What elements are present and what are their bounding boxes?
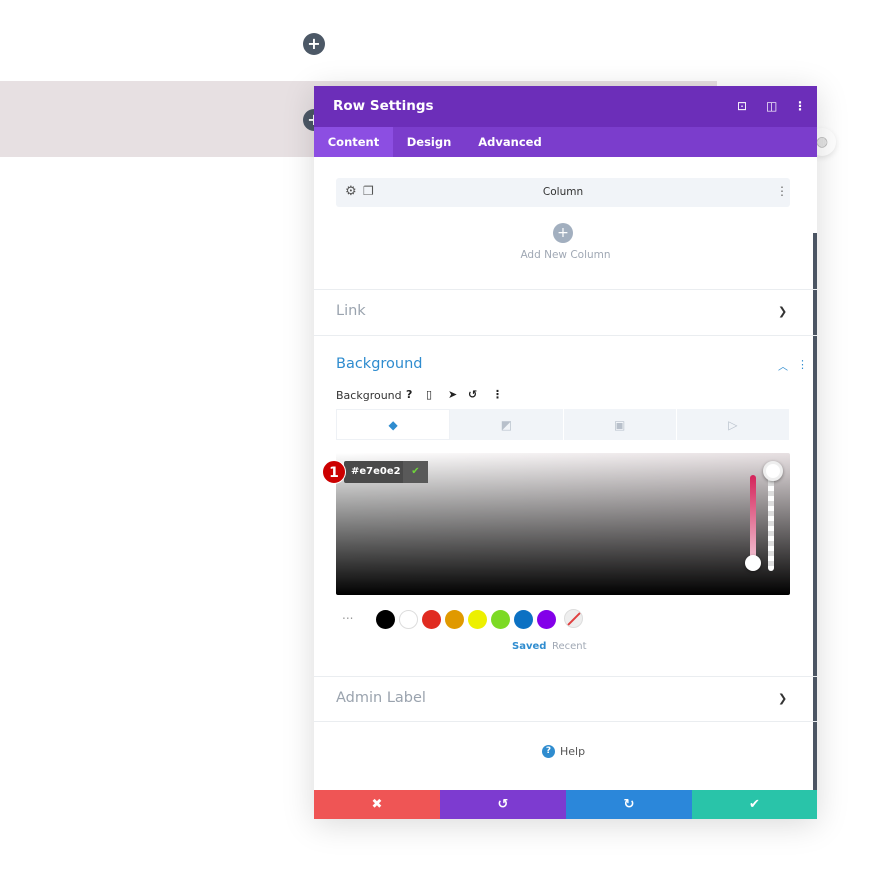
- hue-slider[interactable]: [750, 475, 756, 563]
- section-admin-label[interactable]: Admin Label: [336, 690, 426, 706]
- step-badge: 1: [322, 460, 346, 484]
- section-background[interactable]: Background: [336, 356, 423, 372]
- chevron-up-icon[interactable]: ︿: [778, 358, 788, 373]
- add-column-button[interactable]: +: [553, 223, 573, 243]
- help-icon[interactable]: ?: [406, 388, 412, 401]
- row-settings-panel: Row Settings ⊡ ◫ ⋮ Content Design Advanc…: [314, 86, 817, 819]
- image-tab-icon[interactable]: ▣: [563, 409, 677, 440]
- add-section-button[interactable]: +: [303, 33, 325, 55]
- section-link[interactable]: Link: [336, 303, 366, 319]
- color-swatch[interactable]: [422, 610, 441, 629]
- split-view-icon[interactable]: ◫: [766, 99, 777, 113]
- recent-tab[interactable]: Recent: [552, 641, 587, 652]
- divider: [314, 676, 817, 677]
- gradient-tab-icon[interactable]: ◩: [450, 409, 564, 440]
- cursor-icon[interactable]: ➤: [448, 388, 457, 401]
- help-link[interactable]: Help: [560, 745, 585, 758]
- check-icon[interactable]: ✔: [403, 461, 428, 483]
- cancel-button[interactable]: ✖: [314, 790, 440, 819]
- color-swatch[interactable]: [376, 610, 395, 629]
- more-vertical-icon[interactable]: ⋮: [797, 358, 808, 371]
- video-tab-icon[interactable]: ▷: [676, 409, 790, 440]
- panel-header: Row Settings ⊡ ◫ ⋮: [314, 86, 817, 127]
- color-swatch[interactable]: [491, 610, 510, 629]
- scrollbar[interactable]: [813, 233, 817, 790]
- divider: [314, 289, 817, 290]
- color-tab-paint-icon[interactable]: ◆: [336, 409, 451, 440]
- color-swatch[interactable]: [445, 610, 464, 629]
- add-column-label: Add New Column: [520, 249, 611, 261]
- alpha-handle[interactable]: [763, 461, 783, 481]
- screenshot-icon[interactable]: ⊡: [737, 99, 747, 113]
- color-swatch[interactable]: [514, 610, 533, 629]
- column-item[interactable]: ⚙ ❐ Column ⋮: [336, 178, 790, 207]
- more-swatches-icon[interactable]: ...: [342, 608, 353, 622]
- background-label: Background: [336, 389, 402, 402]
- color-swatch[interactable]: [537, 610, 556, 629]
- panel-tabs: Content Design Advanced: [314, 127, 817, 157]
- more-vertical-icon[interactable]: ⋮: [492, 388, 503, 401]
- reset-icon[interactable]: ↺: [468, 388, 477, 401]
- background-type-tabs: ◆ ◩ ▣ ▷: [336, 409, 790, 440]
- tab-design[interactable]: Design: [393, 127, 465, 157]
- saved-tab[interactable]: Saved: [512, 641, 546, 652]
- redo-button[interactable]: ↻: [566, 790, 692, 819]
- undo-button[interactable]: ↺: [440, 790, 566, 819]
- column-label: Column: [542, 186, 584, 198]
- hex-input[interactable]: #e7e0e2 ✔: [344, 461, 428, 483]
- help-icon[interactable]: ?: [542, 745, 555, 758]
- no-color-swatch[interactable]: [564, 609, 583, 628]
- tab-advanced[interactable]: Advanced: [465, 127, 555, 157]
- chevron-down-icon[interactable]: ❯: [778, 692, 787, 705]
- alpha-slider[interactable]: [768, 471, 774, 571]
- divider: [314, 335, 817, 336]
- mobile-icon[interactable]: ▯: [426, 388, 432, 401]
- hue-handle[interactable]: [745, 555, 761, 571]
- hex-value[interactable]: #e7e0e2: [351, 466, 401, 477]
- tab-content[interactable]: Content: [314, 127, 393, 157]
- save-button[interactable]: ✔: [692, 790, 817, 819]
- color-swatch[interactable]: [399, 610, 418, 629]
- more-vertical-icon[interactable]: ⋮: [776, 184, 788, 198]
- divider: [314, 721, 817, 722]
- more-vertical-icon[interactable]: ⋮: [794, 99, 806, 113]
- panel-title: Row Settings: [333, 98, 434, 114]
- color-swatch[interactable]: [468, 610, 487, 629]
- chevron-down-icon[interactable]: ❯: [778, 305, 787, 318]
- color-picker-area[interactable]: #e7e0e2 ✔ 1: [322, 453, 790, 595]
